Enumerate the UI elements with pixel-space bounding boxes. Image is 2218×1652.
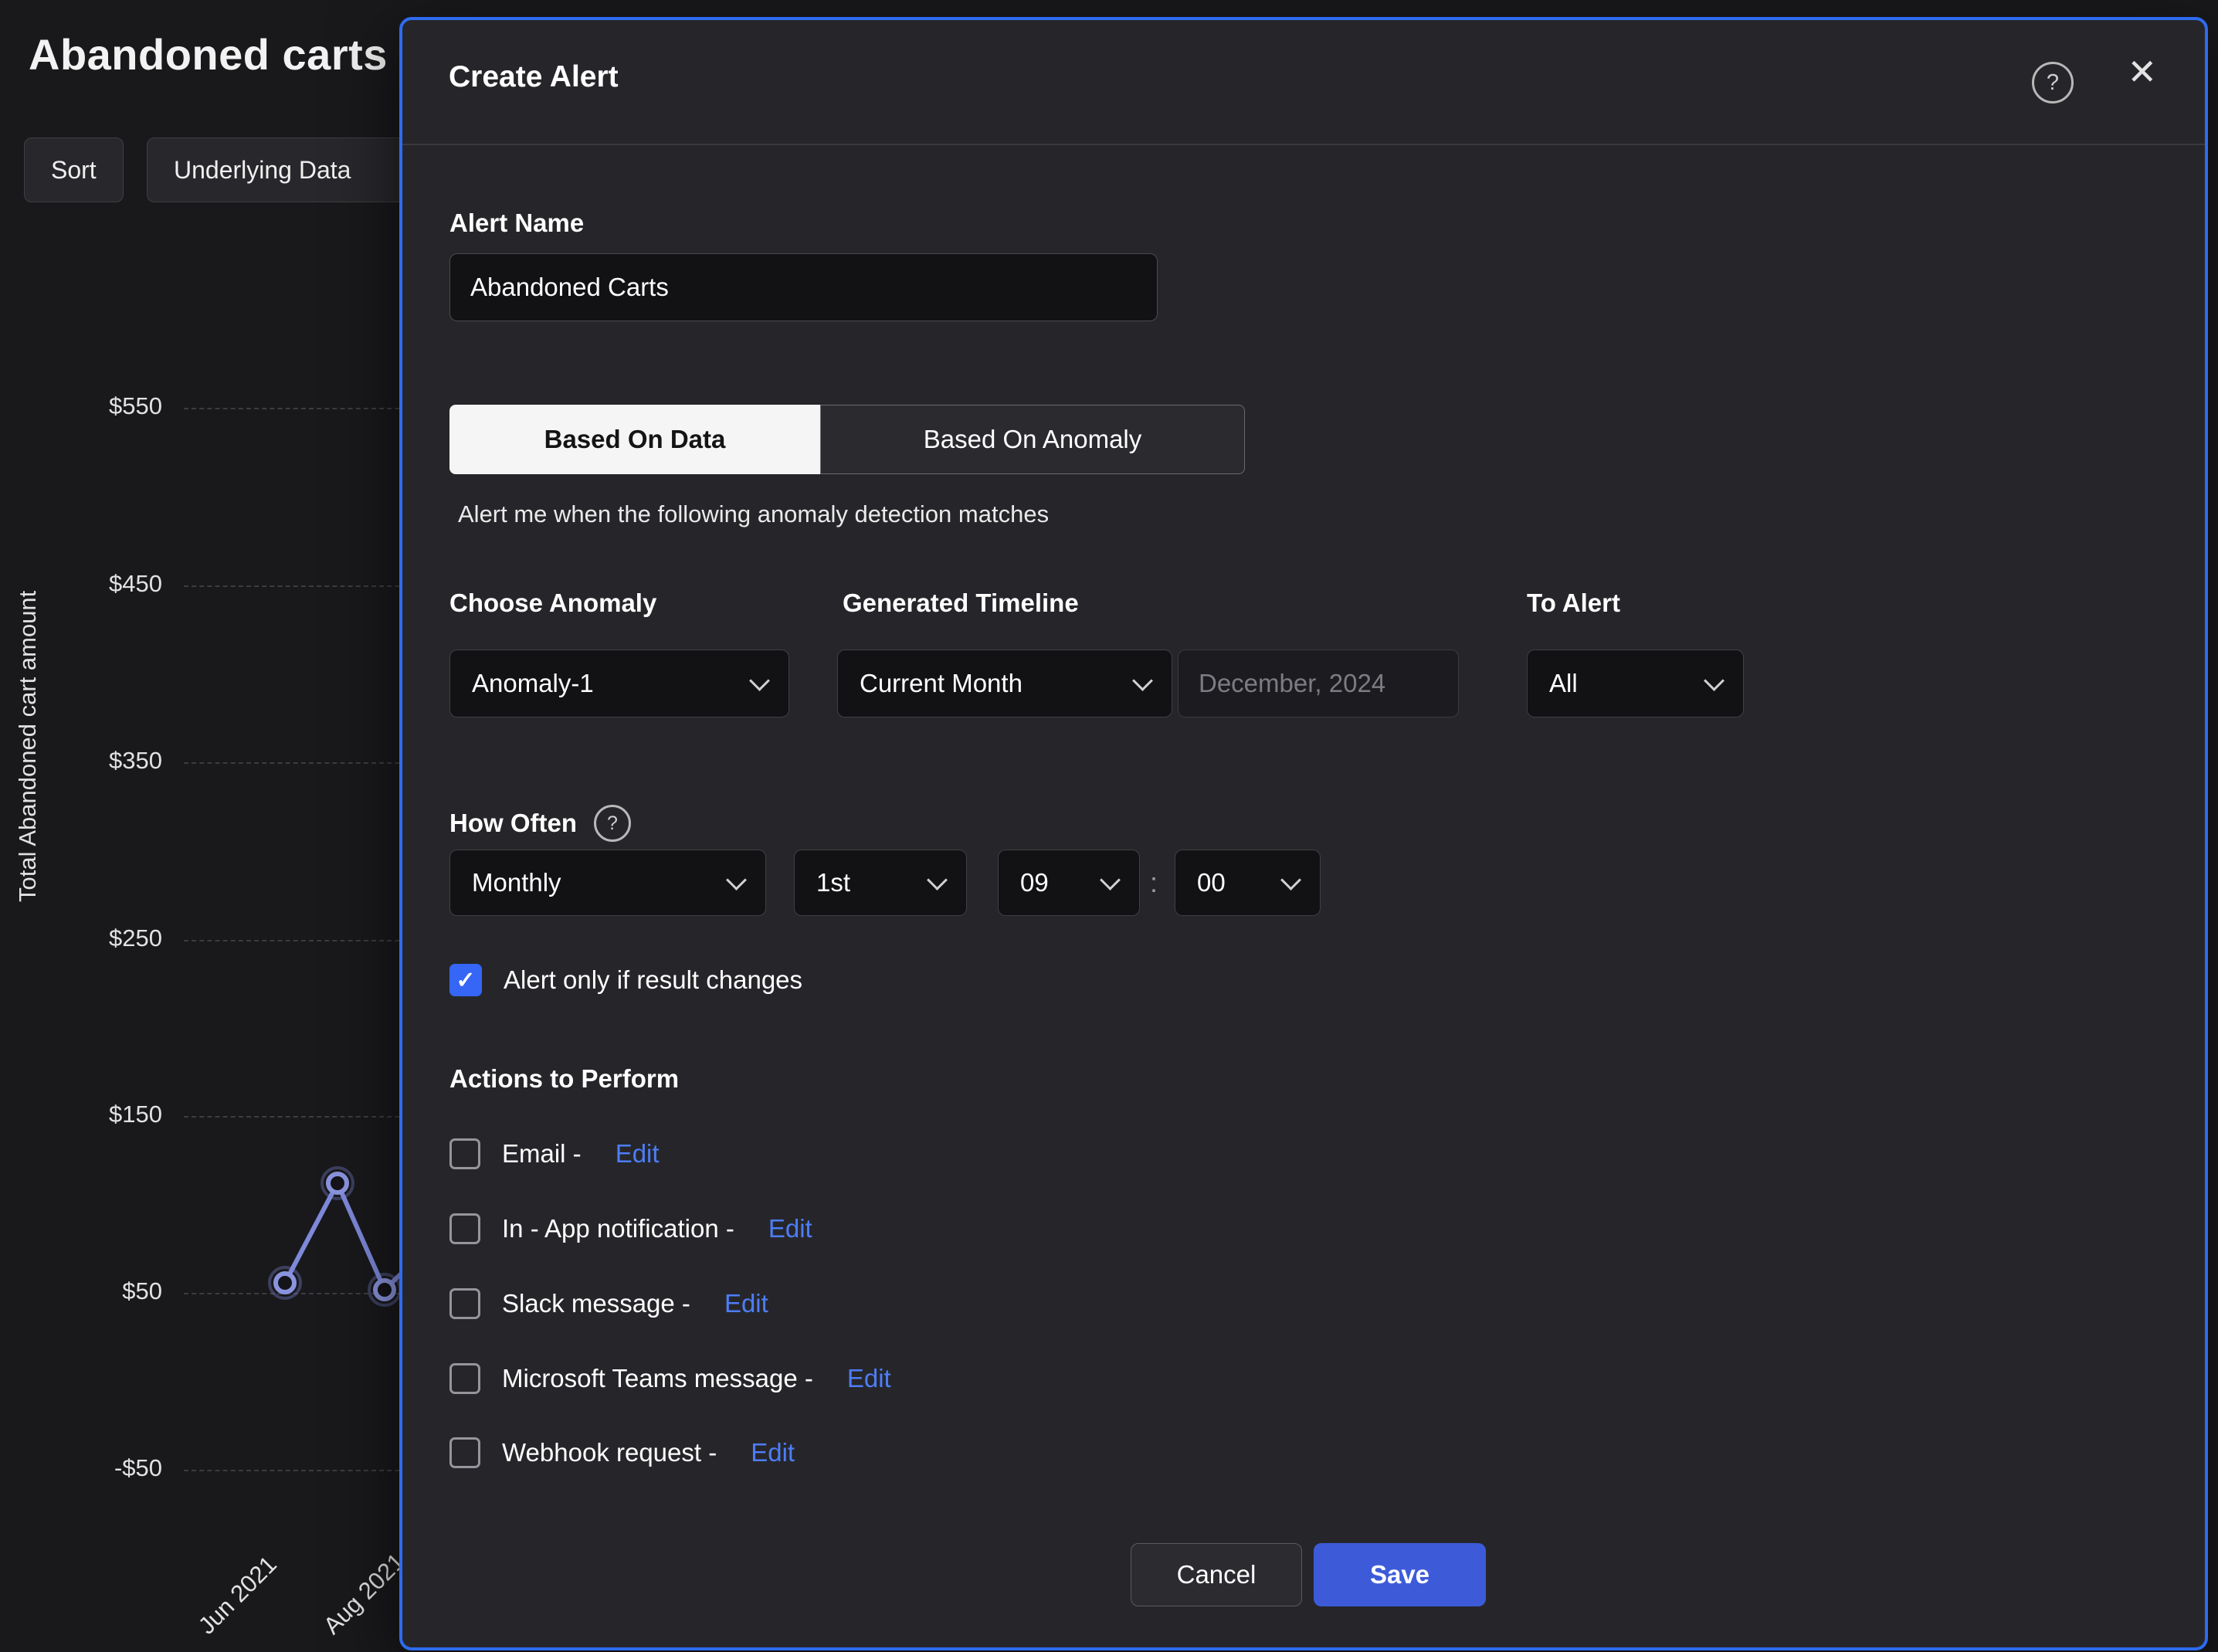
time-separator: : bbox=[1150, 867, 1158, 898]
chevron-down-icon bbox=[726, 869, 747, 890]
timeline-date-input bbox=[1178, 650, 1459, 717]
underlying-data-button[interactable]: Underlying Data bbox=[147, 137, 417, 202]
action-label: Email - bbox=[502, 1139, 582, 1168]
chevron-down-icon bbox=[1280, 869, 1301, 890]
x-tick: Jun 2021 bbox=[193, 1550, 282, 1640]
create-alert-modal: Create Alert ? ✕ Alert Name Based On Dat… bbox=[399, 17, 2208, 1650]
email-checkbox[interactable] bbox=[449, 1138, 480, 1169]
actions-label: Actions to Perform bbox=[449, 1064, 680, 1093]
alert-name-label: Alert Name bbox=[449, 209, 585, 237]
action-label: In - App notification - bbox=[502, 1214, 734, 1243]
action-row-slack: Slack message - Edit bbox=[449, 1288, 768, 1319]
generated-timeline-select[interactable]: Current Month bbox=[837, 650, 1172, 717]
cancel-button[interactable]: Cancel bbox=[1131, 1543, 1302, 1606]
action-label: Microsoft Teams message - bbox=[502, 1364, 813, 1392]
webhook-edit-link[interactable]: Edit bbox=[751, 1438, 795, 1467]
teams-checkbox[interactable] bbox=[449, 1363, 480, 1394]
slack-edit-link[interactable]: Edit bbox=[724, 1289, 768, 1318]
y-tick: $450 bbox=[109, 570, 162, 597]
frequency-value: Monthly bbox=[472, 868, 561, 897]
teams-edit-link[interactable]: Edit bbox=[847, 1364, 891, 1393]
y-tick: $150 bbox=[109, 1101, 162, 1128]
y-tick: $50 bbox=[122, 1277, 162, 1304]
result-changes-checkbox[interactable]: ✓ bbox=[449, 964, 482, 996]
tab-based-on-anomaly[interactable]: Based On Anomaly bbox=[820, 405, 1245, 474]
hour-value: 09 bbox=[1020, 868, 1049, 897]
alert-name-input[interactable] bbox=[449, 253, 1158, 321]
email-edit-link[interactable]: Edit bbox=[616, 1139, 660, 1169]
how-often-header: How Often ? bbox=[449, 805, 631, 842]
how-often-label: How Often bbox=[449, 809, 577, 837]
modal-title: Create Alert bbox=[449, 60, 619, 93]
x-tick: Aug 2021 bbox=[318, 1548, 410, 1640]
chevron-down-icon bbox=[749, 670, 770, 691]
result-changes-row: ✓ Alert only if result changes bbox=[449, 964, 802, 996]
y-tick: -$50 bbox=[114, 1454, 162, 1481]
result-changes-label: Alert only if result changes bbox=[504, 965, 803, 994]
slack-checkbox[interactable] bbox=[449, 1288, 480, 1319]
app-root: Abandoned carts Sort Underlying Data Tot… bbox=[0, 0, 2218, 1652]
action-row-email: Email - Edit bbox=[449, 1138, 660, 1169]
inapp-edit-link[interactable]: Edit bbox=[768, 1214, 812, 1243]
alert-type-tabs: Based On Data Based On Anomaly bbox=[449, 405, 1245, 474]
chevron-down-icon bbox=[1704, 670, 1725, 691]
generated-timeline-value: Current Month bbox=[860, 669, 1023, 697]
y-tick: $250 bbox=[109, 924, 162, 952]
action-label: Slack message - bbox=[502, 1289, 690, 1318]
modal-header: Create Alert ? ✕ bbox=[402, 20, 2205, 145]
chevron-down-icon bbox=[1100, 869, 1121, 890]
chevron-down-icon bbox=[927, 869, 948, 890]
sort-button[interactable]: Sort bbox=[24, 137, 124, 202]
y-tick: $550 bbox=[109, 392, 162, 419]
choose-anomaly-select[interactable]: Anomaly-1 bbox=[449, 650, 789, 717]
action-row-webhook: Webhook request - Edit bbox=[449, 1437, 795, 1468]
alert-subtitle: Alert me when the following anomaly dete… bbox=[458, 500, 1050, 527]
day-value: 1st bbox=[816, 868, 851, 897]
page-title: Abandoned carts bbox=[29, 30, 388, 79]
to-alert-select[interactable]: All bbox=[1527, 650, 1744, 717]
y-tick: $350 bbox=[109, 747, 162, 774]
generated-timeline-label: Generated Timeline bbox=[843, 589, 1079, 617]
how-often-help-icon[interactable]: ? bbox=[593, 805, 631, 842]
action-label: Webhook request - bbox=[502, 1438, 717, 1467]
choose-anomaly-value: Anomaly-1 bbox=[472, 669, 594, 697]
to-alert-value: All bbox=[1549, 669, 1578, 697]
choose-anomaly-label: Choose Anomaly bbox=[449, 589, 657, 617]
to-alert-label: To Alert bbox=[1527, 589, 1620, 617]
save-button[interactable]: Save bbox=[1314, 1543, 1486, 1606]
chevron-down-icon bbox=[1132, 670, 1153, 691]
close-icon[interactable]: ✕ bbox=[2127, 54, 2157, 90]
day-select[interactable]: 1st bbox=[794, 850, 967, 916]
action-row-teams: Microsoft Teams message - Edit bbox=[449, 1363, 891, 1394]
minute-select[interactable]: 00 bbox=[1175, 850, 1321, 916]
help-icon[interactable]: ? bbox=[2032, 62, 2074, 103]
inapp-checkbox[interactable] bbox=[449, 1213, 480, 1244]
webhook-checkbox[interactable] bbox=[449, 1437, 480, 1468]
frequency-select[interactable]: Monthly bbox=[449, 850, 766, 916]
action-row-inapp: In - App notification - Edit bbox=[449, 1213, 812, 1244]
hour-select[interactable]: 09 bbox=[998, 850, 1140, 916]
tab-based-on-data[interactable]: Based On Data bbox=[449, 405, 820, 474]
minute-value: 00 bbox=[1197, 868, 1226, 897]
